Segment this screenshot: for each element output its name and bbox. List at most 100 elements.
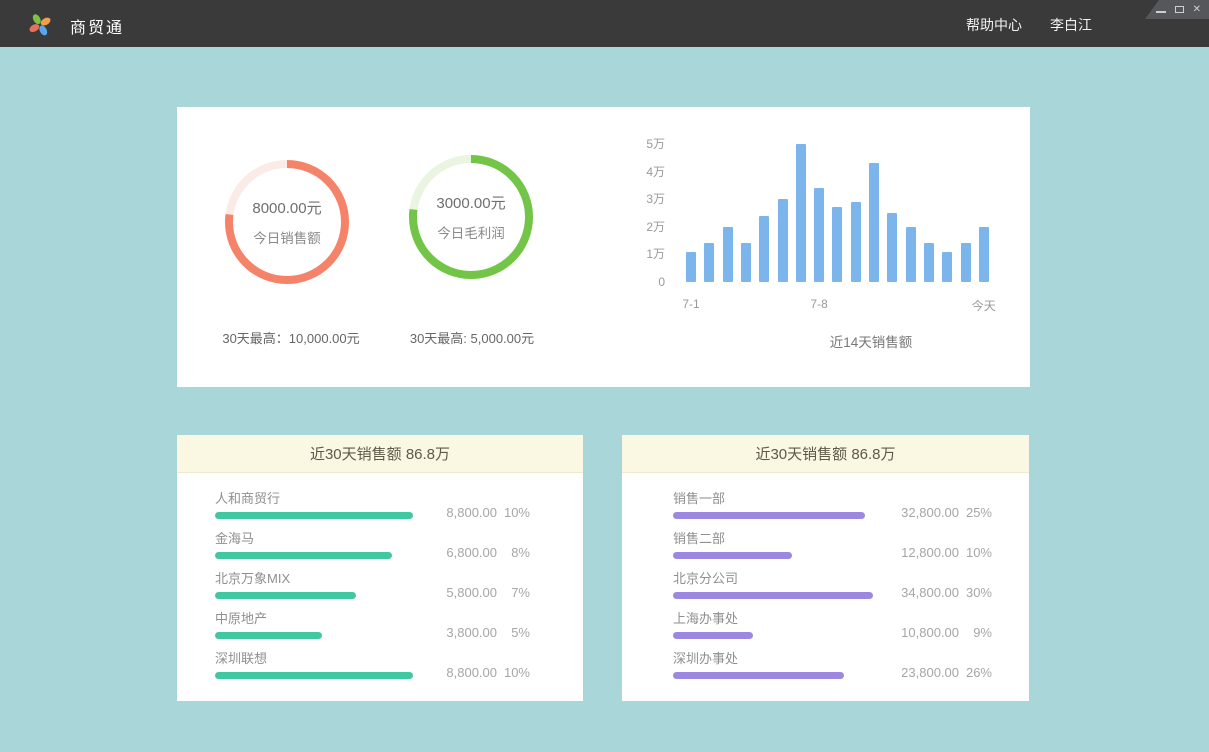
x-tick-label: 7-1 [682, 297, 699, 311]
rank-row-amount: 8,800.00 [419, 665, 497, 680]
maximize-icon [1175, 6, 1184, 13]
rank-row: 人和商贸行8,800.0010% [215, 491, 530, 531]
sales-bar [778, 199, 788, 282]
today-sales-value: 8000.00元 [252, 197, 321, 218]
rank-row-label: 销售一部 [673, 491, 992, 506]
rank-row-value: 23,800.0026% [881, 665, 992, 680]
today-profit-donut: 3000.00元 今日毛利润 [406, 152, 536, 282]
user-menu[interactable]: 李白江 [1050, 15, 1092, 35]
profit-30day-max: 30天最高: 5,000.00元 [362, 328, 582, 347]
rank-row-percent: 26% [959, 665, 992, 680]
minimize-icon [1156, 11, 1166, 13]
y-tick-label: 4万 [617, 164, 665, 180]
today-profit-label: 今日毛利润 [437, 222, 505, 242]
today-sales-donut: 8000.00元 今日销售额 [222, 157, 352, 287]
rank-row: 上海办事处10,800.009% [673, 611, 992, 651]
rank-row-bar [215, 592, 356, 599]
rank-row-percent: 30% [959, 585, 992, 600]
rank-row-bar [673, 592, 873, 599]
sales-bar [759, 216, 769, 282]
help-center-link[interactable]: 帮助中心 [966, 15, 1022, 35]
department-rank-title: 近30天销售额 86.8万 [622, 435, 1029, 473]
sales-14day-bar-chart: 01万2万3万4万5万 7-17-8今天 近14天销售额 [617, 142, 1027, 372]
sales-bar [704, 243, 714, 282]
rank-row-amount: 6,800.00 [419, 545, 497, 560]
rank-row-label: 人和商贸行 [215, 491, 530, 506]
rank-row-label: 北京万象MIX [215, 571, 530, 586]
rank-row-percent: 9% [959, 625, 992, 640]
rank-row-bar [215, 552, 392, 559]
rank-row-label: 金海马 [215, 531, 530, 546]
y-tick-label: 2万 [617, 219, 665, 235]
sales-bar [979, 227, 989, 282]
sales-bar [686, 252, 696, 282]
sales-bar [796, 144, 806, 282]
rank-row-value: 3,800.005% [419, 625, 530, 640]
y-tick-label: 0 [617, 274, 665, 290]
rank-row: 销售一部32,800.0025% [673, 491, 992, 531]
rank-row-amount: 34,800.00 [881, 585, 959, 600]
sales-bar [906, 227, 916, 282]
close-icon: ✕ [1193, 5, 1201, 15]
sales-bar [961, 243, 971, 282]
rank-row-label: 销售二部 [673, 531, 992, 546]
maximize-button[interactable] [1175, 6, 1184, 13]
sales-bar [869, 163, 879, 282]
rank-row-percent: 5% [497, 625, 530, 640]
customer-sales-rank-card: 近30天销售额 86.8万 人和商贸行8,800.0010%金海马6,800.0… [177, 435, 583, 701]
app-title: 商贸通 [70, 14, 124, 38]
today-sales-label: 今日销售额 [253, 227, 321, 247]
minimize-button[interactable] [1156, 7, 1166, 13]
rank-row-value: 8,800.0010% [419, 505, 530, 520]
close-button[interactable]: ✕ [1193, 5, 1201, 15]
rank-row: 销售二部12,800.0010% [673, 531, 992, 571]
rank-row-bar [673, 552, 792, 559]
rank-row: 深圳联想8,800.0010% [215, 651, 530, 691]
rank-row-percent: 10% [497, 665, 530, 680]
rank-row-value: 5,800.007% [419, 585, 530, 600]
rank-row: 深圳办事处23,800.0026% [673, 651, 992, 691]
x-tick-label: 7-8 [810, 297, 827, 311]
sales-bar [851, 202, 861, 282]
rank-row-bar [673, 632, 753, 639]
y-tick-label: 1万 [617, 246, 665, 262]
rank-row: 北京万象MIX5,800.007% [215, 571, 530, 611]
y-tick-label: 5万 [617, 136, 665, 152]
rank-row-value: 32,800.0025% [881, 505, 992, 520]
customer-rank-title: 近30天销售额 86.8万 [177, 435, 583, 473]
department-rank-list: 销售一部32,800.0025%销售二部12,800.0010%北京分公司34,… [622, 473, 1029, 691]
rank-row-amount: 3,800.00 [419, 625, 497, 640]
summary-card: 8000.00元 今日销售额 3000.00元 今日毛利润 30天最高：10,0… [177, 107, 1030, 387]
rank-row-bar [215, 632, 322, 639]
rank-row-value: 34,800.0030% [881, 585, 992, 600]
rank-row-amount: 12,800.00 [881, 545, 959, 560]
rank-row-amount: 23,800.00 [881, 665, 959, 680]
rank-row-percent: 25% [959, 505, 992, 520]
rank-row-amount: 5,800.00 [419, 585, 497, 600]
sales-bar [832, 207, 842, 282]
rank-row-bar [215, 512, 413, 519]
titlebar: 商贸通 帮助中心 李白江 ✕ [0, 0, 1209, 47]
rank-row-percent: 7% [497, 585, 530, 600]
rank-row-label: 中原地产 [215, 611, 530, 626]
bar-chart-plot [686, 142, 994, 282]
department-sales-rank-card: 近30天销售额 86.8万 销售一部32,800.0025%销售二部12,800… [622, 435, 1029, 701]
rank-row-label: 深圳办事处 [673, 651, 992, 666]
sales-bar [723, 227, 733, 282]
y-tick-label: 3万 [617, 191, 665, 207]
rank-row-value: 6,800.008% [419, 545, 530, 560]
rank-row-amount: 10,800.00 [881, 625, 959, 640]
customer-rank-list: 人和商贸行8,800.0010%金海马6,800.008%北京万象MIX5,80… [177, 473, 583, 691]
rank-row: 金海马6,800.008% [215, 531, 530, 571]
window-controls: ✕ [1145, 0, 1209, 19]
rank-row-amount: 32,800.00 [881, 505, 959, 520]
sales-bar [942, 252, 952, 282]
titlebar-menu: 帮助中心 李白江 [966, 15, 1092, 35]
sales-bar [887, 213, 897, 282]
rank-row-value: 12,800.0010% [881, 545, 992, 560]
rank-row-value: 8,800.0010% [419, 665, 530, 680]
today-profit-value: 3000.00元 [436, 192, 505, 213]
rank-row-percent: 10% [959, 545, 992, 560]
rank-row: 中原地产3,800.005% [215, 611, 530, 651]
sales-bar [924, 243, 934, 282]
